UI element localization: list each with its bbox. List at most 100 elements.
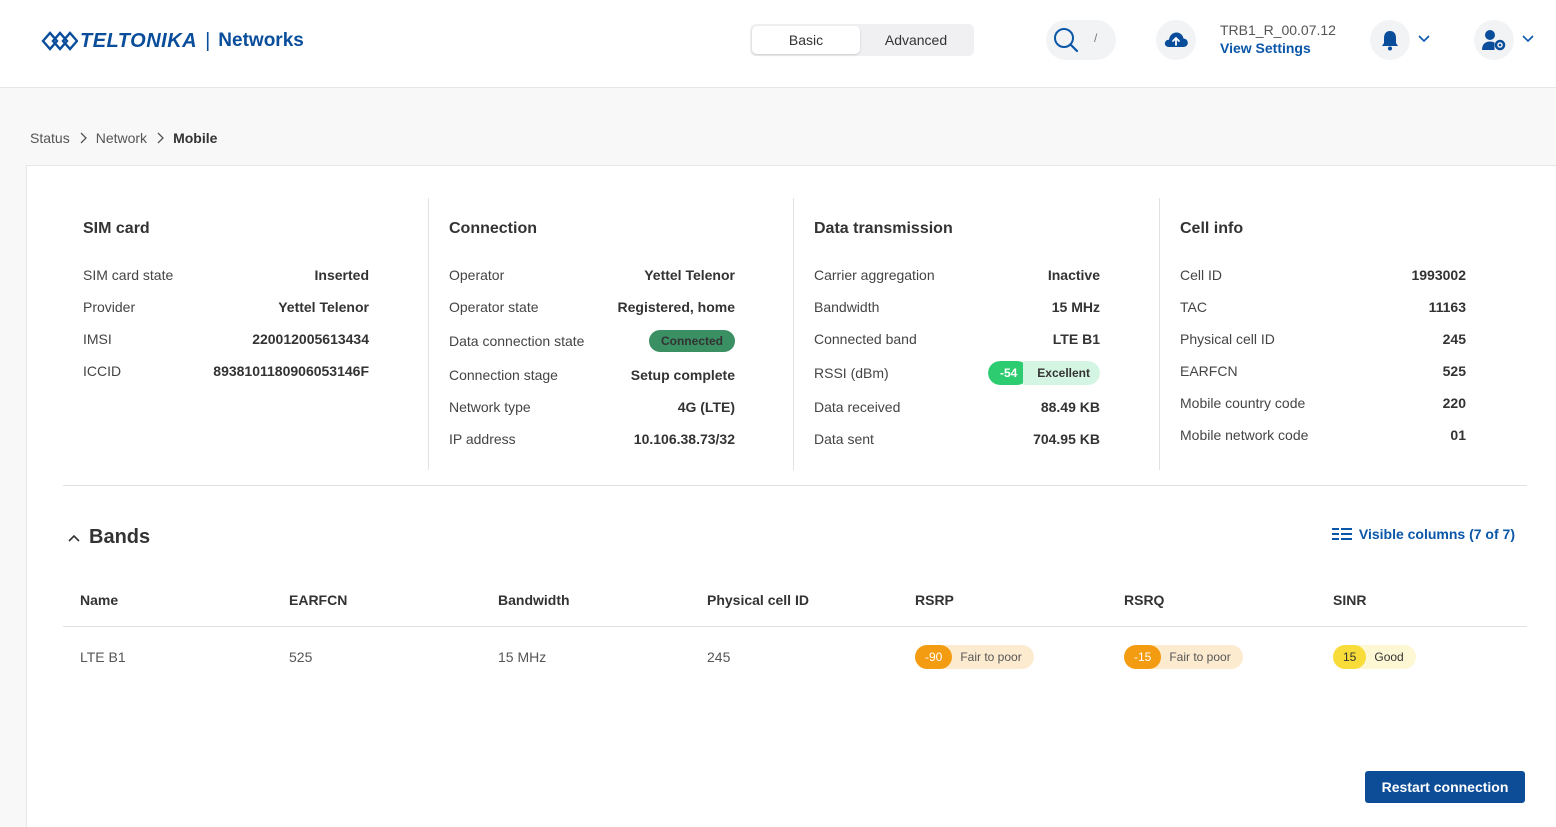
columns-list-icon xyxy=(1331,528,1352,540)
data-connection-state-label: Data connection state xyxy=(449,333,585,349)
sim-state-label: SIM card state xyxy=(83,267,174,283)
breadcrumb-status[interactable]: Status xyxy=(30,130,70,146)
mode-advanced-button[interactable]: Advanced xyxy=(862,26,970,54)
mode-toggle: Basic Advanced xyxy=(750,24,974,56)
view-settings-link[interactable]: View Settings xyxy=(1220,40,1336,56)
data-sent-label: Data sent xyxy=(814,431,874,447)
rsrq-value: -15 xyxy=(1124,645,1162,669)
sim-card-section: SIM card SIM card state Inserted Provide… xyxy=(63,198,389,470)
section-divider xyxy=(63,485,1527,486)
connected-status-badge: Connected xyxy=(648,330,735,352)
connection-title: Connection xyxy=(449,220,537,237)
data-transmission-section: Data transmission Carrier aggregation In… xyxy=(793,198,1120,470)
column-header-bandwidth[interactable]: Bandwidth xyxy=(498,592,570,608)
restart-connection-button[interactable]: Restart connection xyxy=(1365,771,1525,803)
rssi-badge: -54 Excellent xyxy=(987,361,1100,385)
network-type-value: 4G (LTE) xyxy=(677,399,735,415)
firmware-version: TRB1_R_00.07.12 xyxy=(1220,22,1336,38)
transmission-row: Data sent 704.95 KB xyxy=(814,429,1100,449)
carrier-aggregation-label: Carrier aggregation xyxy=(814,267,935,283)
connection-stage-label: Connection stage xyxy=(449,367,558,383)
breadcrumb-mobile: Mobile xyxy=(173,130,218,146)
mode-basic-button[interactable]: Basic xyxy=(752,26,860,54)
rsrp-value: -90 xyxy=(915,645,953,669)
transmission-row: RSSI (dBm) -54 Excellent xyxy=(814,361,1100,385)
column-header-earfcn[interactable]: EARFCN xyxy=(289,592,347,608)
column-header-rsrp[interactable]: RSRP xyxy=(915,592,954,608)
column-header-physical-cell-id[interactable]: Physical cell ID xyxy=(707,592,809,608)
connected-band-value: LTE B1 xyxy=(1052,331,1100,347)
bands-title: Bands xyxy=(89,526,151,548)
cell-info-section: Cell info Cell ID 1993002 TAC 11163 Phys… xyxy=(1159,198,1486,470)
cell-id-label: Cell ID xyxy=(1180,267,1223,283)
bands-collapse-toggle[interactable]: Bands xyxy=(67,526,150,549)
user-settings-icon xyxy=(1482,30,1506,51)
data-received-label: Data received xyxy=(814,399,901,415)
brand-subtitle: Networks xyxy=(218,30,304,51)
user-menu-button[interactable] xyxy=(1474,20,1514,60)
network-type-label: Network type xyxy=(449,399,531,415)
sim-row: SIM card state Inserted xyxy=(83,265,369,285)
user-menu-chevron-down-icon[interactable] xyxy=(1521,34,1535,44)
rsrq-quality: Fair to poor xyxy=(1151,645,1243,669)
teltonika-logo[interactable]: TELTONIKA | Networks xyxy=(40,26,304,56)
connection-row: Data connection state Connected xyxy=(449,330,735,352)
connection-row: Operator state Registered, home xyxy=(449,297,735,317)
operator-value: Yettel Telenor xyxy=(644,267,735,283)
rsrq-badge: -15 Fair to poor xyxy=(1124,645,1243,669)
cell-row: Mobile country code 220 xyxy=(1180,393,1466,413)
transmission-row: Carrier aggregation Inactive xyxy=(814,265,1100,285)
tac-value: 11163 xyxy=(1428,299,1466,315)
rssi-quality: Excellent xyxy=(1023,361,1100,385)
sim-state-value: Inserted xyxy=(314,267,369,283)
mnc-value: 01 xyxy=(1450,427,1466,443)
earfcn-label: EARFCN xyxy=(1180,363,1238,379)
iccid-value: 8938101180906053146F xyxy=(213,363,369,379)
transmission-row: Data received 88.49 KB xyxy=(814,397,1100,417)
provider-value: Yettel Telenor xyxy=(278,299,369,315)
band-name-cell: LTE B1 xyxy=(80,649,126,665)
table-header-divider xyxy=(63,626,1527,627)
operator-state-value: Registered, home xyxy=(617,299,735,315)
rsrp-quality: Fair to poor xyxy=(942,645,1034,669)
band-pci-cell: 245 xyxy=(707,649,731,665)
sinr-value: 15 xyxy=(1333,645,1367,669)
iccid-label: ICCID xyxy=(83,363,122,379)
visible-columns-label: Visible columns (7 of 7) xyxy=(1358,526,1515,542)
column-header-sinr[interactable]: SINR xyxy=(1333,592,1366,608)
data-transmission-title: Data transmission xyxy=(814,220,953,237)
visible-columns-button[interactable]: Visible columns (7 of 7) xyxy=(1331,526,1515,542)
carrier-aggregation-value: Inactive xyxy=(1047,267,1100,283)
operator-label: Operator xyxy=(449,267,505,283)
connection-row: Network type 4G (LTE) xyxy=(449,397,735,417)
connection-stage-value: Setup complete xyxy=(630,367,735,383)
connected-band-label: Connected band xyxy=(814,331,917,347)
search-button[interactable]: / xyxy=(1046,20,1116,60)
physical-cell-id-value: 245 xyxy=(1442,331,1466,347)
earfcn-value: 525 xyxy=(1442,363,1466,379)
ip-address-value: 10.106.38.73/32 xyxy=(633,431,735,447)
band-bandwidth-cell: 15 MHz xyxy=(498,649,547,665)
bell-icon xyxy=(1382,31,1398,51)
cloud-upload-button[interactable] xyxy=(1156,20,1196,60)
bandwidth-value: 15 MHz xyxy=(1051,299,1100,315)
cell-info-title: Cell info xyxy=(1180,220,1244,237)
cloud-upload-icon xyxy=(1164,32,1188,47)
connection-row: Operator Yettel Telenor xyxy=(449,265,735,285)
mnc-label: Mobile network code xyxy=(1180,427,1309,443)
chevron-up-icon xyxy=(68,534,80,542)
transmission-row: Bandwidth 15 MHz xyxy=(814,297,1100,317)
notifications-button[interactable] xyxy=(1370,20,1410,60)
breadcrumb-network[interactable]: Network xyxy=(96,130,147,146)
provider-label: Provider xyxy=(83,299,136,315)
column-header-rsrq[interactable]: RSRQ xyxy=(1124,592,1164,608)
cell-row: Mobile network code 01 xyxy=(1180,425,1466,445)
notifications-chevron-down-icon[interactable] xyxy=(1417,34,1431,44)
ip-address-label: IP address xyxy=(449,431,516,447)
breadcrumb: Status Network Mobile xyxy=(30,130,217,146)
connection-row: IP address 10.106.38.73/32 xyxy=(449,429,735,449)
imsi-label: IMSI xyxy=(83,331,112,347)
column-header-name[interactable]: Name xyxy=(80,592,118,608)
cell-row: TAC 11163 xyxy=(1180,297,1466,317)
physical-cell-id-label: Physical cell ID xyxy=(1180,331,1275,347)
